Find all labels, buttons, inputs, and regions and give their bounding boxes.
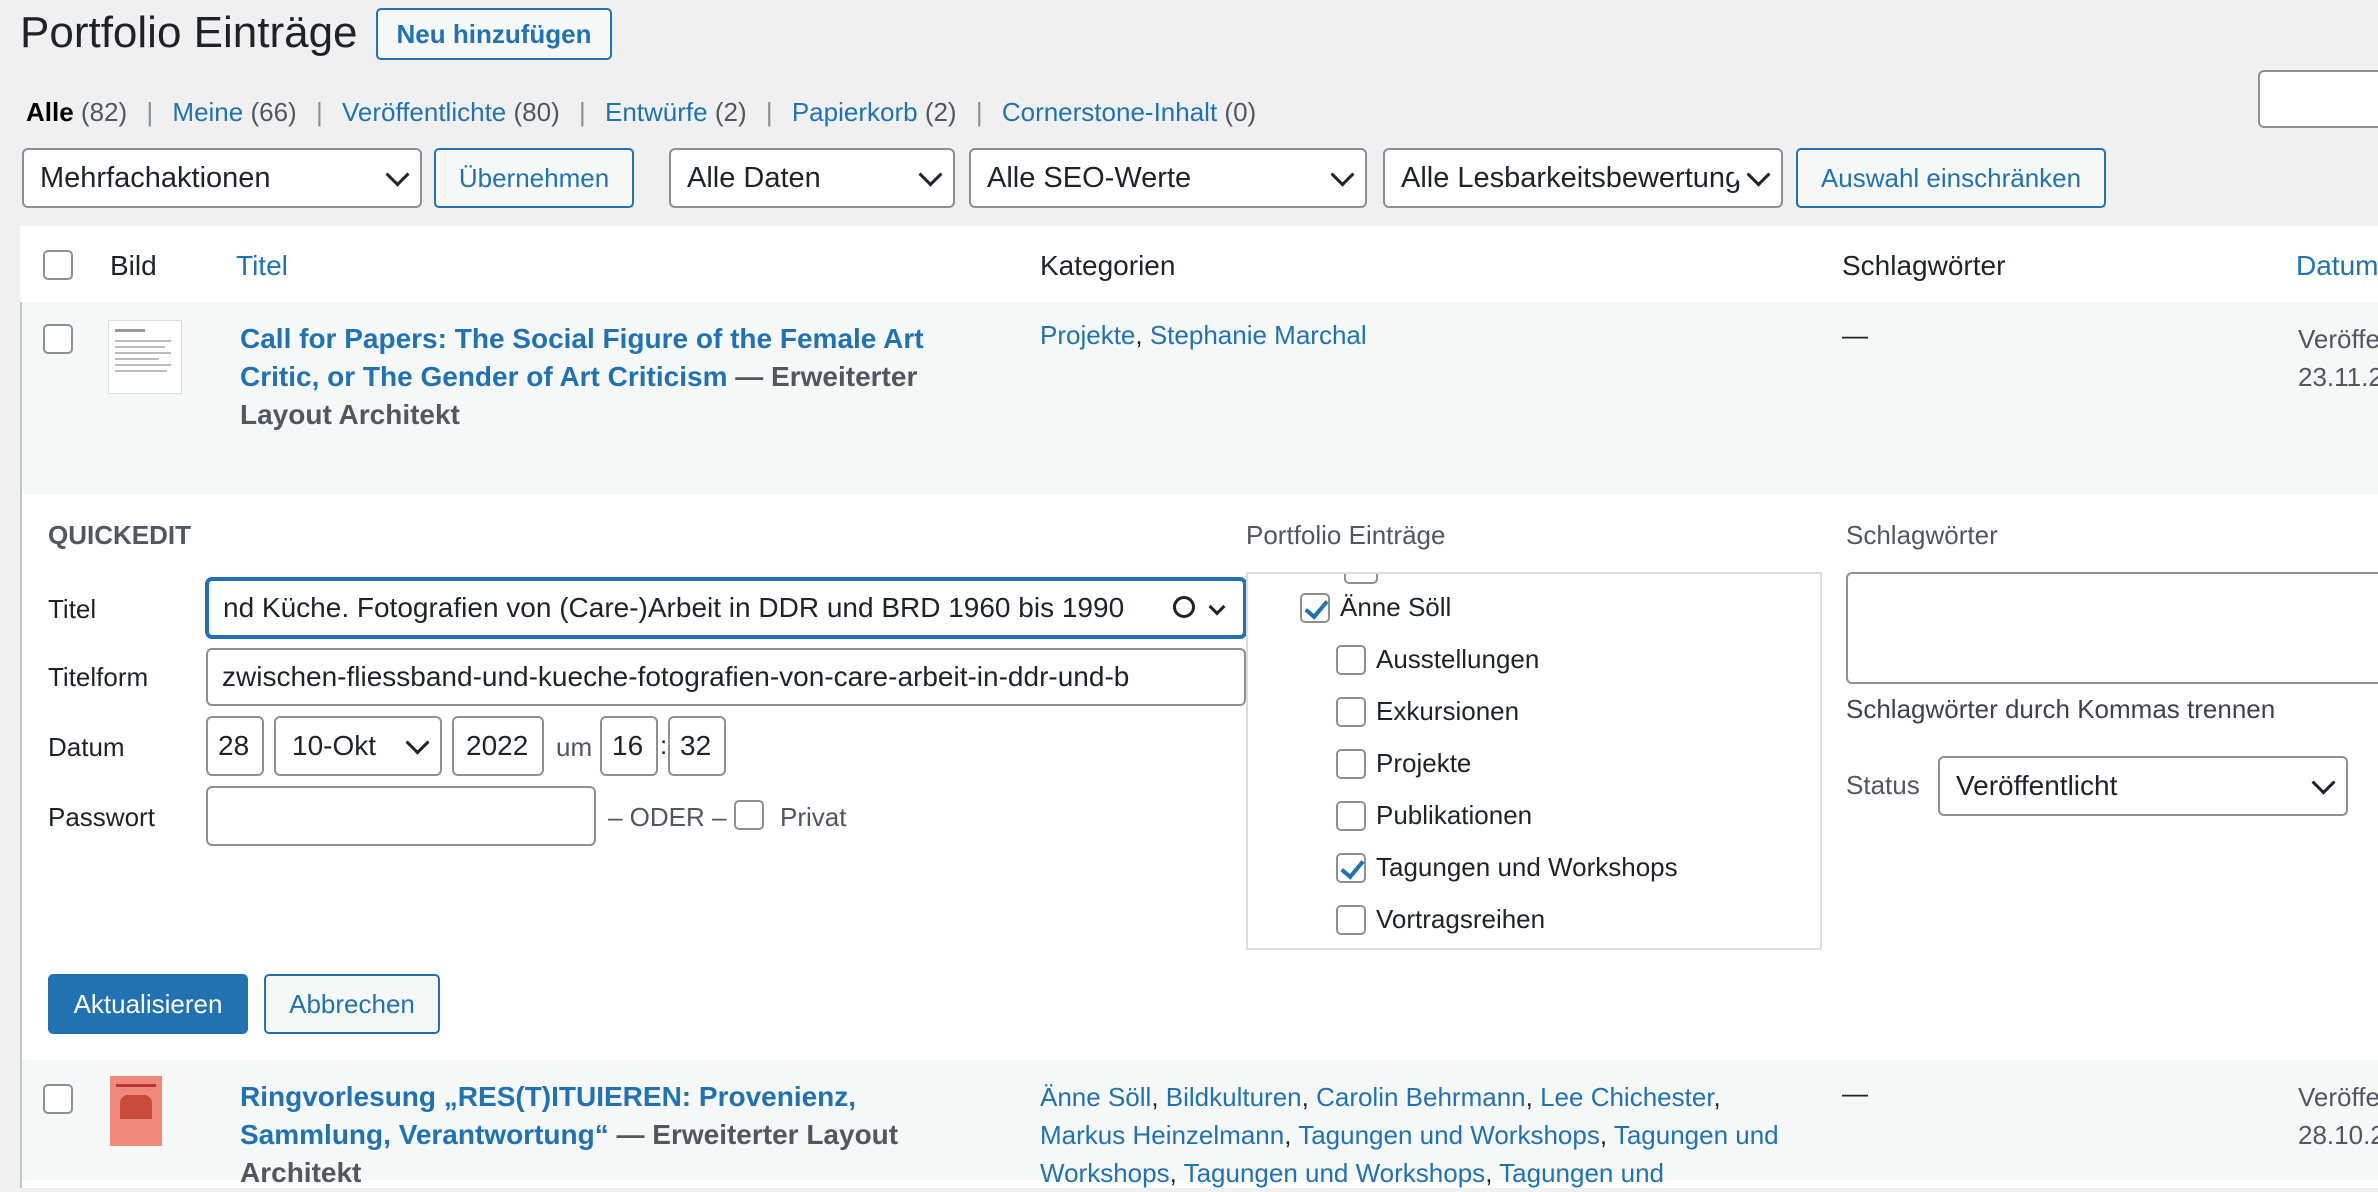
column-image: Bild — [110, 250, 157, 281]
page-title: Portfolio Einträge — [20, 8, 358, 57]
at-label: um — [556, 732, 593, 762]
status-label: Status — [1846, 770, 1920, 800]
row-checkbox[interactable] — [43, 1084, 73, 1114]
category-item[interactable]: Vortragsreihen — [1336, 904, 1545, 935]
search-input[interactable] — [2258, 70, 2378, 128]
row-categories: Änne Söll, Bildkulturen, Carolin Behrman… — [1040, 1082, 1779, 1188]
category-link[interactable]: Tagungen und Workshops — [1298, 1120, 1600, 1150]
table-header: Bild Titel Kategorien Schlagwörter Datum — [20, 226, 2378, 304]
category-checkbox-partial — [1344, 574, 1378, 584]
chevron-down-icon — [1330, 162, 1355, 187]
post-title: Call for Papers: The Social Figure of th… — [240, 320, 960, 434]
category-item[interactable]: Projekte — [1336, 748, 1471, 779]
filter-button[interactable]: Auswahl einschränken — [1796, 148, 2106, 208]
column-categories: Kategorien — [1040, 250, 1176, 281]
title-label: Titel — [48, 594, 97, 624]
table-row: Ringvorlesung „RES(T)ITUIEREN: Provenien… — [22, 1060, 2378, 1188]
column-title[interactable]: Titel — [236, 250, 288, 282]
category-link[interactable]: Projekte — [1040, 320, 1135, 350]
row-date: Veröffe 28.10.2 — [2298, 1082, 2378, 1150]
month-select[interactable]: 10-Okt — [274, 716, 442, 776]
quickedit-panel: QUICKEDIT Titel nd Küche. Fotografien vo… — [22, 494, 2378, 1060]
category-item[interactable]: Publikationen — [1336, 800, 1532, 831]
category-link[interactable]: Carolin Behrmann — [1316, 1082, 1526, 1112]
year-input[interactable]: 2022 — [452, 716, 544, 776]
chevron-down-icon — [2311, 770, 2336, 795]
category-link[interactable]: Bildkulturen — [1166, 1082, 1302, 1112]
date-filter-select[interactable]: Alle Daten — [669, 148, 955, 208]
hour-input[interactable]: 16 — [600, 716, 658, 776]
status-filter-links: Alle (82) | Meine (66) | Veröffentlichte… — [26, 97, 1257, 127]
column-date[interactable]: Datum — [2296, 250, 2378, 282]
category-checkbox[interactable] — [1336, 748, 1366, 779]
bulk-actions-select[interactable]: Mehrfachaktionen — [22, 148, 422, 208]
select-all-checkbox[interactable] — [43, 250, 73, 280]
categories-label: Portfolio Einträge — [1246, 520, 1446, 550]
chevron-down-icon — [385, 162, 410, 187]
row-categories: Projekte, Stephanie Marchal — [1040, 320, 1367, 350]
row-tags: — — [1842, 320, 1868, 350]
update-button[interactable]: Aktualisieren — [48, 974, 248, 1034]
private-checkbox[interactable] — [734, 800, 764, 830]
status-select[interactable]: Veröffentlicht — [1938, 756, 2348, 816]
category-checkbox[interactable] — [1300, 592, 1330, 623]
chevron-down-icon — [1208, 598, 1226, 616]
post-title: Ringvorlesung „RES(T)ITUIEREN: Provenien… — [240, 1078, 960, 1192]
row-tags: — — [1842, 1078, 1868, 1108]
category-link[interactable]: Änne Söll — [1040, 1082, 1151, 1112]
category-item[interactable]: Tagungen und Workshops — [1336, 852, 1678, 883]
tags-label: Schlagwörter — [1846, 520, 1998, 550]
day-input[interactable]: 28 — [206, 716, 264, 776]
chevron-down-icon — [918, 162, 943, 187]
category-checkbox[interactable] — [1336, 800, 1366, 831]
row-date: Veröffe 23.11.2 — [2298, 324, 2378, 392]
title-input[interactable]: nd Küche. Fotografien von (Care-)Arbeit … — [206, 578, 1246, 638]
filter-cornerstone[interactable]: Cornerstone-Inhalt — [1002, 97, 1217, 127]
category-link[interactable]: Markus Heinzelmann — [1040, 1120, 1284, 1150]
tags-hint: Schlagwörter durch Kommas trennen — [1846, 694, 2276, 724]
minute-input[interactable]: 32 — [668, 716, 726, 776]
category-checkbox[interactable] — [1336, 644, 1366, 675]
category-item[interactable]: Exkursionen — [1336, 696, 1519, 727]
category-link[interactable]: Lee Chichester — [1540, 1082, 1713, 1112]
category-link[interactable]: Stephanie Marchal — [1150, 320, 1367, 350]
post-thumbnail[interactable] — [108, 320, 182, 394]
private-label: Privat — [780, 802, 847, 832]
category-link[interactable]: Tagungen und — [1499, 1158, 1664, 1188]
category-checklist[interactable]: Änne Söll Ausstellungen Exkursionen Proj… — [1246, 572, 1822, 950]
filter-mine[interactable]: Meine — [172, 97, 243, 127]
time-separator: : — [660, 730, 668, 760]
slug-label: Titelform — [48, 662, 149, 692]
seo-filter-select[interactable]: Alle SEO-Werte — [969, 148, 1367, 208]
or-label: – ODER – — [608, 802, 727, 832]
quickedit-heading: QUICKEDIT — [48, 520, 191, 550]
filter-all[interactable]: Alle — [26, 97, 74, 127]
chevron-down-icon — [405, 730, 430, 755]
readability-filter-select[interactable]: Alle Lesbarkeitsbewertungen — [1383, 148, 1783, 208]
apply-button[interactable]: Übernehmen — [434, 148, 634, 208]
table-row: Call for Papers: The Social Figure of th… — [22, 302, 2378, 494]
add-new-button[interactable]: Neu hinzufügen — [376, 8, 612, 60]
category-item[interactable]: Änne Söll — [1300, 592, 1451, 623]
password-label: Passwort — [48, 802, 155, 832]
post-thumbnail[interactable] — [110, 1076, 162, 1146]
column-tags: Schlagwörter — [1842, 250, 2006, 281]
category-checkbox[interactable] — [1336, 696, 1366, 727]
slug-input[interactable]: zwischen-fliessband-und-kueche-fotografi… — [206, 648, 1246, 706]
filter-drafts[interactable]: Entwürfe — [605, 97, 708, 127]
filter-trash[interactable]: Papierkorb — [792, 97, 918, 127]
user-circle-icon[interactable] — [1173, 596, 1195, 618]
filter-published[interactable]: Veröffentlichte — [342, 97, 506, 127]
password-input[interactable] — [206, 786, 596, 846]
cancel-button[interactable]: Abbrechen — [264, 974, 440, 1034]
category-checkbox[interactable] — [1336, 904, 1366, 935]
row-checkbox[interactable] — [43, 324, 73, 354]
tags-textarea[interactable] — [1846, 572, 2378, 684]
category-item[interactable]: Ausstellungen — [1336, 644, 1539, 675]
date-label: Datum — [48, 732, 125, 762]
category-checkbox[interactable] — [1336, 852, 1366, 883]
category-link[interactable]: Tagungen und Workshops — [1184, 1158, 1486, 1188]
